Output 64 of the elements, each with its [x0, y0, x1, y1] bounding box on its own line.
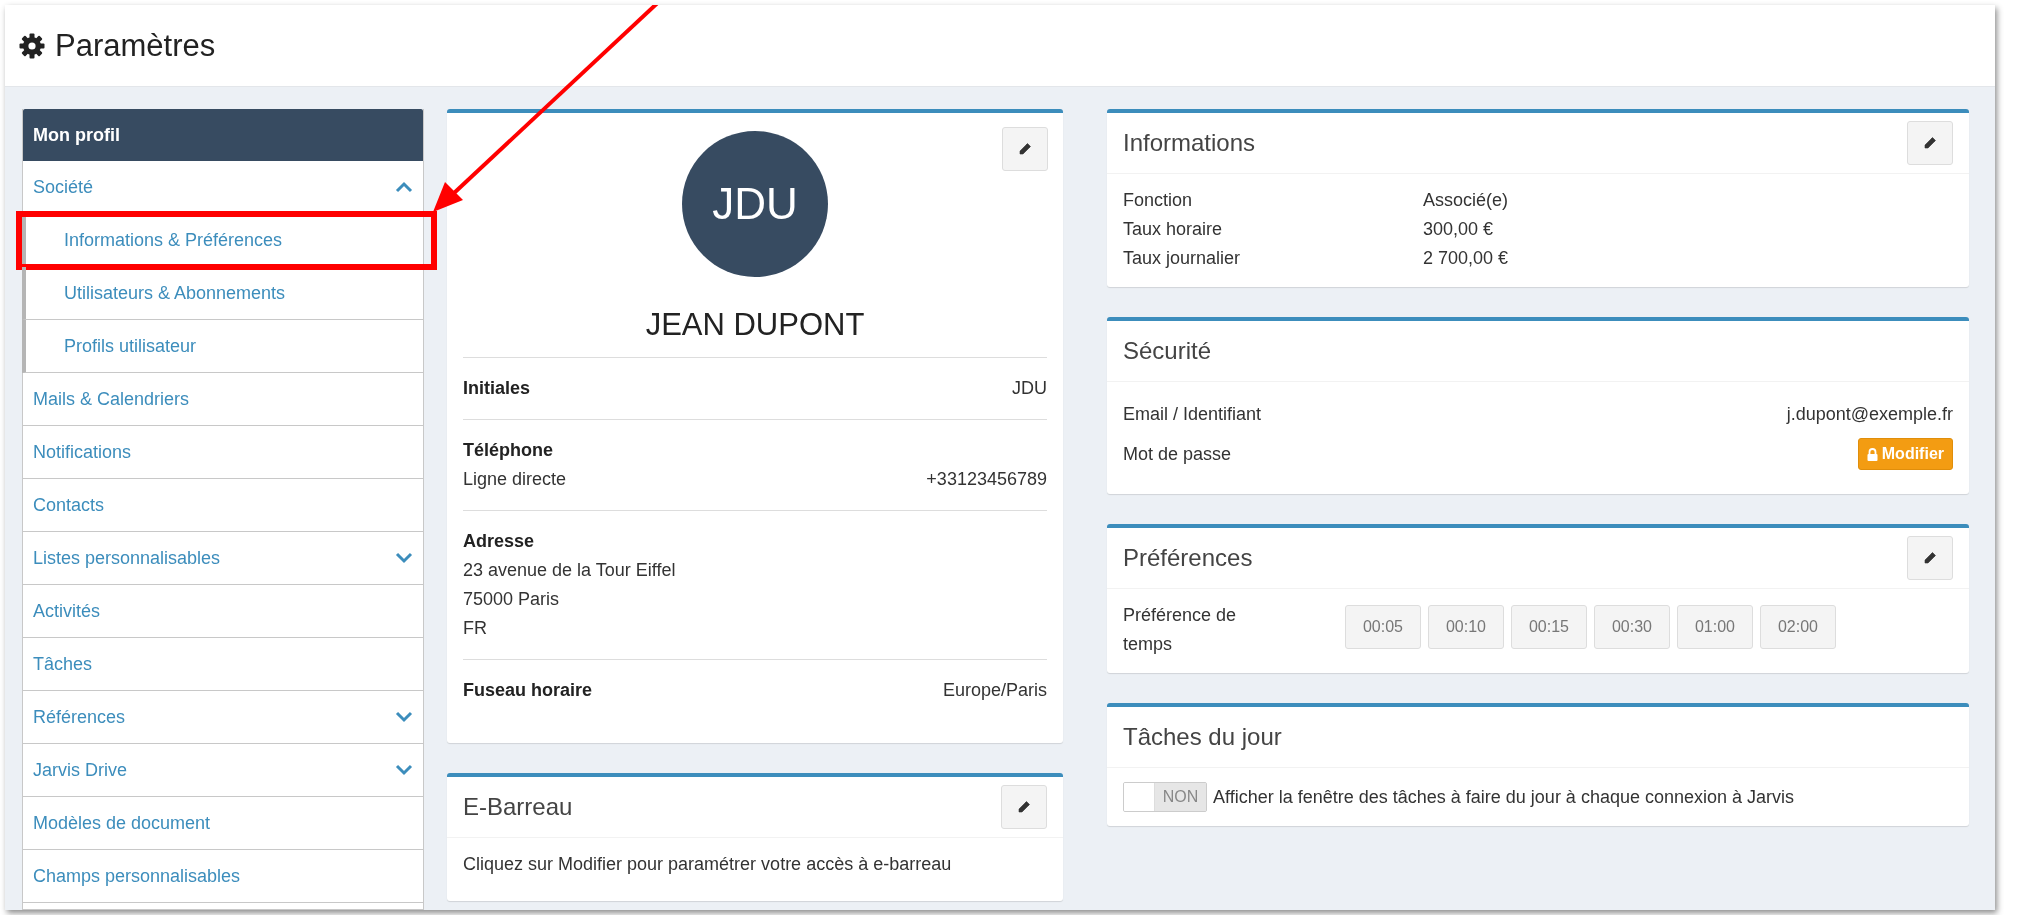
- sidebar-subitem[interactable]: Profils utilisateur: [22, 320, 423, 373]
- field-label: Téléphone: [463, 439, 553, 462]
- field-label: Adresse: [463, 530, 535, 553]
- sidebar-item-label: Modèles de document: [33, 812, 211, 834]
- sidebar-item[interactable]: Listes personnalisables: [23, 532, 423, 585]
- sidebar-item-label: Jarvis Drive: [33, 759, 127, 781]
- sidebar-item-label: Notifications: [33, 441, 132, 463]
- sidebar-item-label: Tâches: [33, 653, 93, 675]
- sidebar-item[interactable]: Activités: [23, 585, 423, 638]
- toggle-switch[interactable]: NON: [1123, 782, 1207, 812]
- sidebar-item[interactable]: Société: [23, 161, 423, 214]
- info-text: Cliquez sur Modifier pour paramétrer votre accès à e-barreau: [463, 854, 952, 874]
- sidebar-item-label: Listes personnalisables: [33, 547, 221, 569]
- field-value: +33123456789: [926, 468, 1047, 491]
- card-title: Préférences: [1123, 544, 1253, 572]
- field-value: 2 700,00 €: [1423, 248, 1509, 268]
- field-label: Email / Identifiant: [1123, 403, 1262, 425]
- card-title: Informations: [1123, 129, 1256, 157]
- field-label: Fonction: [1123, 190, 1193, 210]
- avatar-initials: JDU: [682, 131, 828, 277]
- sidebar-item-label: Mails & Calendriers: [33, 388, 190, 410]
- field-value: j.dupont@exemple.fr: [1786, 403, 1953, 425]
- field-label: Taux journalier: [1123, 248, 1241, 268]
- modify-password-button[interactable]: Modifier: [1857, 438, 1953, 470]
- sidebar-item[interactable]: Modèles de document: [23, 797, 423, 850]
- sidebar-item-label: Activités: [33, 600, 101, 622]
- sidebar-item[interactable]: Champs personnalisables: [23, 850, 423, 903]
- sidebar-item[interactable]: Mails & Calendriers: [23, 373, 423, 426]
- time-option-button[interactable]: 00:15: [1511, 605, 1587, 649]
- sidebar-item-label: Références: [33, 706, 126, 728]
- sidebar-subitem[interactable]: Utilisateurs & Abonnements: [22, 267, 423, 320]
- time-option-button[interactable]: 00:05: [1345, 605, 1421, 649]
- sidebar-item-label: Contacts: [33, 494, 105, 516]
- field-label: Préférence de temps: [1123, 604, 1238, 656]
- field-value: Associé(e): [1423, 190, 1509, 210]
- field-sublabel: Ligne directe: [463, 468, 567, 491]
- card-title: E-Barreau: [463, 793, 573, 821]
- sidebar-item-label: Société: [33, 176, 94, 198]
- field-value: 300,00 €: [1423, 219, 1494, 239]
- time-option-button[interactable]: 00:30: [1594, 605, 1670, 649]
- toggle-label: Afficher la fenêtre des tâches à faire du jour à chaque connexion à Jarvis: [1213, 786, 1795, 808]
- time-option-button[interactable]: 00:10: [1428, 605, 1504, 649]
- field-value: Europe/Paris: [942, 679, 1047, 702]
- address-line: 23 avenue de la Tour Eiffel: [463, 559, 676, 582]
- field-label: Mot de passe: [1123, 443, 1232, 465]
- card-title: Sécurité: [1123, 337, 1212, 365]
- sidebar-item[interactable]: Tâches: [23, 638, 423, 691]
- address-line: 75000 Paris: [463, 588, 560, 611]
- sidebar-item[interactable]: Références: [23, 691, 423, 744]
- card-title: Tâches du jour: [1123, 723, 1282, 751]
- address-line: FR: [463, 617, 487, 640]
- user-name: JEAN DUPONT: [644, 307, 866, 343]
- time-option-button[interactable]: 02:00: [1760, 605, 1836, 649]
- sidebar-item[interactable]: Notifications: [23, 426, 423, 479]
- field-value: JDU: [1012, 377, 1047, 400]
- time-option-button[interactable]: 01:00: [1677, 605, 1753, 649]
- field-label: Taux horaire: [1123, 219, 1223, 239]
- field-label: Fuseau horaire: [463, 679, 593, 702]
- sidebar-header: Mon profil: [23, 109, 423, 161]
- sidebar-item[interactable]: Contacts: [23, 479, 423, 532]
- page-title: Paramètres: [55, 27, 216, 64]
- sidebar-item[interactable]: Jarvis Drive: [23, 744, 423, 797]
- sidebar-item-label: Champs personnalisables: [33, 865, 241, 887]
- field-label: Initiales: [463, 377, 531, 400]
